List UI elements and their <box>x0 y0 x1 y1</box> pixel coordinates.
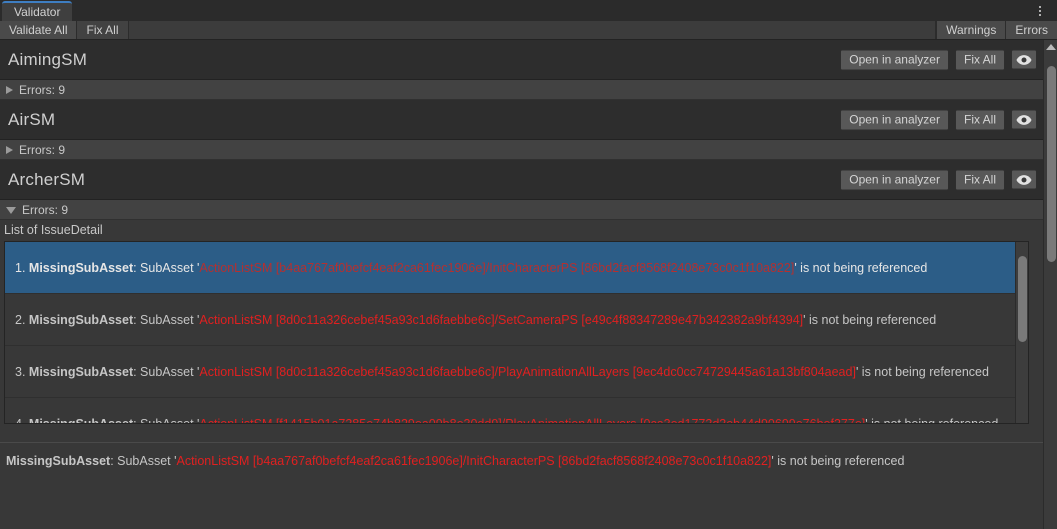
group-header-aimingsm[interactable]: AimingSM Open in analyzer Fix All <box>0 40 1043 80</box>
issue-index: 1. <box>15 260 26 275</box>
eye-icon[interactable] <box>1011 49 1037 70</box>
issue-prefix: : SubAsset ' <box>133 364 200 379</box>
tab-validator-label: Validator <box>14 5 61 19</box>
group-fix-all-button[interactable]: Fix All <box>954 49 1005 70</box>
group-fix-all-button[interactable]: Fix All <box>954 109 1005 130</box>
groups-scroll-region[interactable]: AimingSM Open in analyzer Fix All Errors… <box>0 40 1043 433</box>
issue-asset-path: ActionListSM [8d0c11a326cebef45a93c1d6fa… <box>199 312 804 327</box>
errors-filter-button[interactable]: Errors <box>1005 21 1057 39</box>
errors-foldout-airsm[interactable]: Errors: 9 <box>0 140 1043 160</box>
group-actions: Open in analyzer Fix All <box>840 49 1037 70</box>
open-in-analyzer-button[interactable]: Open in analyzer <box>840 49 949 70</box>
chevron-right-icon <box>6 145 13 154</box>
detail-type: MissingSubAsset <box>6 454 111 468</box>
group-fix-all-button[interactable]: Fix All <box>954 169 1005 190</box>
issue-prefix: : SubAsset ' <box>133 416 200 424</box>
kebab-dot <box>1039 14 1041 16</box>
group-title: AimingSM <box>8 49 88 69</box>
detail-suffix: ' is not being referenced <box>771 454 905 468</box>
window-tab-bar: Validator <box>0 0 1057 21</box>
list-item[interactable]: 4. MissingSubAsset: SubAsset ' ActionList… <box>5 398 1028 424</box>
open-in-analyzer-button[interactable]: Open in analyzer <box>840 169 949 190</box>
list-item[interactable]: 1. MissingSubAsset: SubAsset ' ActionList… <box>5 242 1028 294</box>
group-title: AirSM <box>8 109 56 129</box>
issue-suffix: ' is not being referenced <box>865 416 999 424</box>
issue-asset-path: ActionListSM [b4aa767af0befcf4eaf2ca61fe… <box>199 260 795 275</box>
eye-glyph <box>1016 174 1032 185</box>
errors-count-label: Errors: 9 <box>19 142 66 157</box>
list-item[interactable]: 2. MissingSubAsset: SubAsset ' ActionList… <box>5 294 1028 346</box>
tab-validator[interactable]: Validator <box>2 1 73 21</box>
kebab-menu-icon[interactable] <box>1033 3 1047 19</box>
issue-list-scrollbar[interactable] <box>1015 242 1028 423</box>
main-scrollbar[interactable] <box>1043 40 1057 529</box>
group-title: ArcherSM <box>8 169 86 189</box>
group-actions: Open in analyzer Fix All <box>840 169 1037 190</box>
issue-list-scrollbar-thumb[interactable] <box>1018 256 1027 342</box>
eye-glyph <box>1016 54 1032 65</box>
issue-index: 4. <box>15 416 26 424</box>
eye-glyph <box>1016 114 1032 125</box>
errors-foldout-archersm[interactable]: Errors: 9 <box>0 200 1043 220</box>
warnings-filter-button[interactable]: Warnings <box>936 21 1006 39</box>
toolbar-spacer <box>128 21 937 39</box>
issue-suffix: ' is not being referenced <box>803 312 937 327</box>
chevron-right-icon <box>6 85 13 94</box>
open-in-analyzer-button[interactable]: Open in analyzer <box>840 109 949 130</box>
toolbar-fix-all-button[interactable]: Fix All <box>77 21 129 39</box>
main-scrollbar-thumb[interactable] <box>1047 66 1056 262</box>
issue-type: MissingSubAsset <box>28 260 134 275</box>
validator-body: AimingSM Open in analyzer Fix All Errors… <box>0 40 1057 529</box>
issue-index: 2. <box>15 312 26 327</box>
kebab-dot <box>1039 6 1041 8</box>
group-header-archersm[interactable]: ArcherSM Open in analyzer Fix All <box>0 160 1043 200</box>
arrow-up-glyph <box>1046 43 1056 50</box>
eye-icon[interactable] <box>1011 109 1037 130</box>
issue-detail-pane: MissingSubAsset: SubAsset 'ActionListSM … <box>0 442 1043 529</box>
eye-icon[interactable] <box>1011 169 1037 190</box>
issue-suffix: ' is not being referenced <box>855 364 989 379</box>
group-header-airsm[interactable]: AirSM Open in analyzer Fix All <box>0 100 1043 140</box>
list-item[interactable]: 3. MissingSubAsset: SubAsset ' ActionList… <box>5 346 1028 398</box>
issue-prefix: : SubAsset ' <box>133 260 200 275</box>
kebab-dot <box>1039 10 1041 12</box>
issue-asset-path: ActionListSM [8d0c11a326cebef45a93c1d6fa… <box>199 364 856 379</box>
detail-asset-path: ActionListSM [b4aa767af0befcf4eaf2ca61fe… <box>176 454 772 468</box>
validate-all-button[interactable]: Validate All <box>0 21 78 39</box>
issue-asset-path: ActionListSM [f1415b01a7385e74b829ea09b8… <box>199 416 866 424</box>
issue-suffix: ' is not being referenced <box>794 260 928 275</box>
detail-prefix: : SubAsset ' <box>110 454 177 468</box>
chevron-down-icon <box>6 207 16 214</box>
issue-type: MissingSubAsset <box>28 312 134 327</box>
issue-detail-text: MissingSubAsset: SubAsset 'ActionListSM … <box>0 443 1043 468</box>
list-of-issuedetail-label: List of IssueDetail <box>0 220 1043 241</box>
issue-type: MissingSubAsset <box>28 416 134 424</box>
issue-type: MissingSubAsset <box>28 364 134 379</box>
issue-index: 3. <box>15 364 26 379</box>
issue-prefix: : SubAsset ' <box>133 312 200 327</box>
validator-toolbar: Validate All Fix All Warnings Errors <box>0 21 1057 40</box>
scroll-up-arrow-icon[interactable] <box>1044 40 1057 53</box>
issue-detail-list[interactable]: 1. MissingSubAsset: SubAsset ' ActionList… <box>4 241 1029 424</box>
group-actions: Open in analyzer Fix All <box>840 109 1037 130</box>
errors-count-label: Errors: 9 <box>22 202 69 217</box>
errors-count-label: Errors: 9 <box>19 82 66 97</box>
toolbar-filters: Warnings Errors <box>936 21 1057 39</box>
errors-foldout-aimingsm[interactable]: Errors: 9 <box>0 80 1043 100</box>
